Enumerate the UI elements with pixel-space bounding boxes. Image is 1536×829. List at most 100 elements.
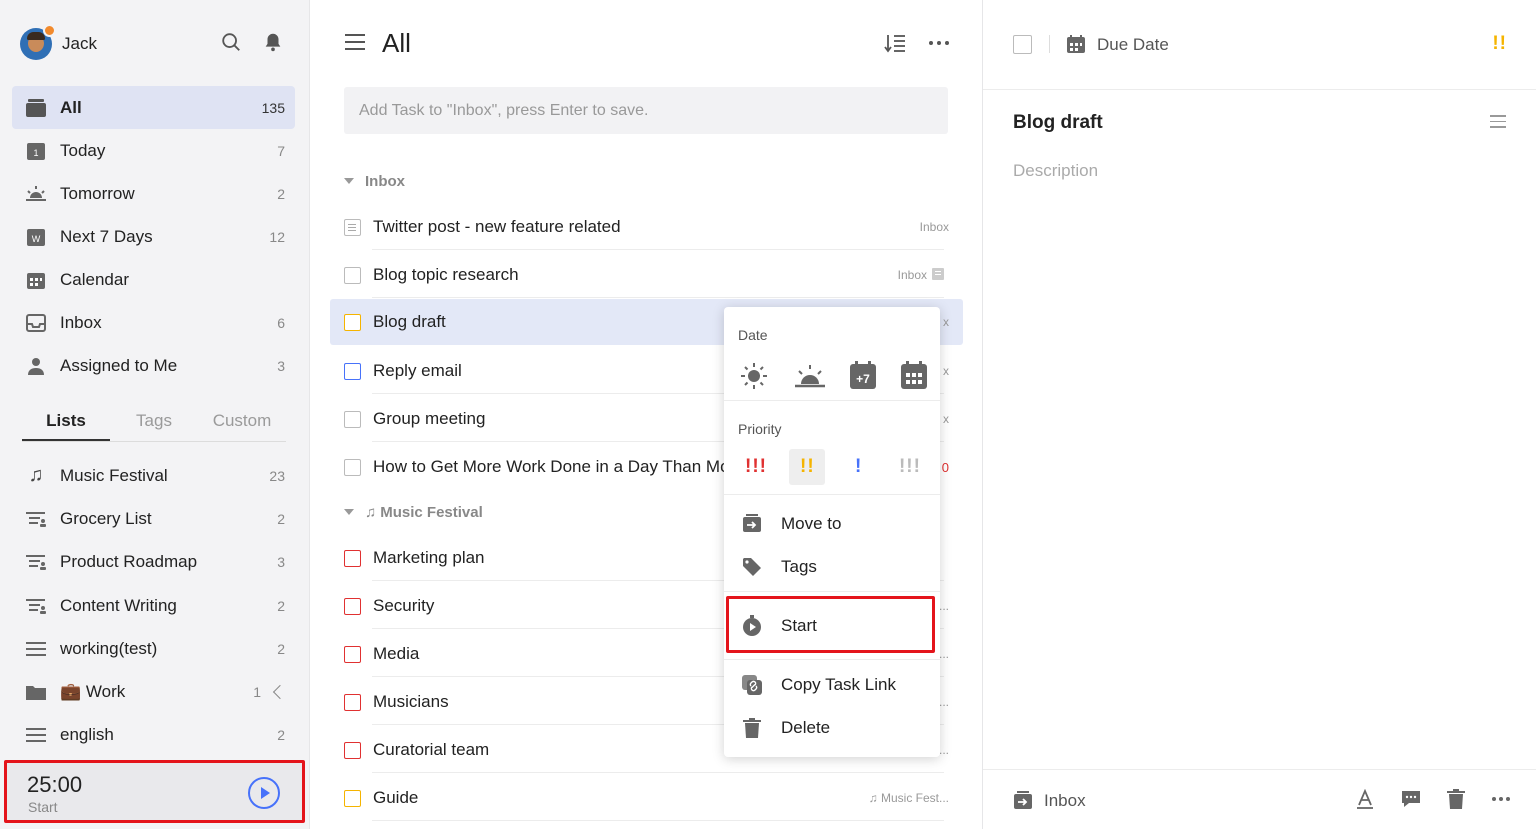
calendar-plus-7-icon[interactable]: +7 [849, 360, 877, 390]
task-detail-pane: Due Date !! Blog draft Description Inbox [982, 0, 1536, 829]
detail-task-title[interactable]: Blog draft [1013, 112, 1103, 134]
sidebar-list-working-test[interactable]: working(test) 2 [12, 627, 295, 670]
move-to-menu-item[interactable]: Move to [724, 502, 940, 545]
priority-none-button[interactable]: !!! [892, 449, 928, 485]
sidebar-tabs: Lists Tags Custom [22, 402, 286, 442]
task-row[interactable]: Blog topic research Inbox [330, 252, 963, 298]
priority-high-button[interactable]: !!! [738, 449, 774, 485]
task-checkbox[interactable] [344, 550, 361, 567]
task-checkbox[interactable] [344, 314, 361, 331]
section-header-music-festival[interactable]: ♫ Music Festival [344, 500, 483, 524]
copy-task-link-menu-item[interactable]: Copy Task Link [724, 663, 940, 706]
calendar-icon[interactable] [900, 360, 928, 390]
tags-menu-item[interactable]: Tags [724, 545, 940, 588]
task-checkbox[interactable] [344, 459, 361, 476]
task-context-menu: Date +7 Priority !!! !! ! !!! Move to Ta… [724, 307, 940, 757]
music-note-icon: ♫ [365, 503, 377, 521]
sidebar-item-tomorrow[interactable]: Tomorrow 2 [12, 172, 295, 215]
calendar-day-icon: 1 [24, 139, 48, 163]
sidebar-folder-work[interactable]: 💼 Work 1 [12, 670, 295, 713]
priority-low-button[interactable]: ! [841, 449, 877, 485]
sun-icon[interactable] [738, 360, 770, 392]
task-checkbox[interactable] [344, 598, 361, 615]
start-highlight-box [726, 596, 935, 653]
task-row[interactable]: Guide ♫ Music Fest... [330, 775, 963, 821]
person-icon [24, 354, 48, 378]
detail-task-checkbox[interactable] [1013, 35, 1032, 54]
shared-list-icon [24, 594, 48, 618]
sidebar-item-next-7-days[interactable]: W Next 7 Days 12 [12, 215, 295, 258]
timer-time: 25:00 [27, 772, 83, 797]
tab-lists[interactable]: Lists [22, 402, 110, 441]
tab-custom[interactable]: Custom [198, 402, 286, 441]
sidebar-item-calendar[interactable]: Calendar [12, 258, 295, 301]
user-name: Jack [62, 34, 97, 53]
task-row[interactable]: Twitter post - new feature related Inbox [330, 204, 963, 250]
collapse-triangle-icon[interactable] [344, 178, 354, 184]
sidebar-item-today[interactable]: 1 Today 7 [12, 129, 295, 172]
note-checkbox[interactable] [344, 219, 361, 236]
bell-icon[interactable] [262, 31, 284, 53]
chevron-left-icon[interactable] [272, 685, 288, 700]
text-lines-icon[interactable] [1490, 115, 1506, 129]
task-checkbox[interactable] [344, 363, 361, 380]
project-selector[interactable]: Inbox [1044, 791, 1086, 811]
detail-footer: Inbox [983, 769, 1536, 829]
inbox-stack-icon [24, 96, 48, 120]
calendar-icon[interactable] [1066, 34, 1086, 54]
svg-text:+7: +7 [856, 372, 870, 386]
note-icon [932, 268, 944, 280]
task-checkbox[interactable] [344, 742, 361, 759]
sidebar-list-english[interactable]: english 2 [12, 714, 295, 757]
task-checkbox[interactable] [344, 790, 361, 807]
sidebar-list-music-festival[interactable]: ♫ Music Festival 23 [12, 454, 295, 497]
svg-text:W: W [32, 234, 41, 244]
more-horizontal-icon[interactable] [928, 32, 950, 54]
timer-start-label: Start [28, 799, 58, 815]
more-horizontal-icon[interactable] [1491, 789, 1511, 809]
shared-list-icon [24, 507, 48, 531]
task-checkbox[interactable] [344, 411, 361, 428]
avatar[interactable] [20, 24, 56, 60]
tab-tags[interactable]: Tags [110, 402, 198, 441]
delete-menu-item[interactable]: Delete [724, 706, 940, 749]
premium-crown-icon [43, 24, 56, 37]
pomodoro-timer[interactable]: 25:00 Start [4, 760, 305, 823]
description-field[interactable]: Description [1013, 161, 1098, 181]
play-icon[interactable] [248, 777, 280, 809]
sunrise-icon [24, 182, 48, 206]
priority-medium-button[interactable]: !! [789, 449, 826, 485]
sidebar-item-assigned-to-me[interactable]: Assigned to Me 3 [12, 344, 295, 387]
tag-icon [740, 555, 764, 579]
sidebar-item-inbox[interactable]: Inbox 6 [12, 301, 295, 344]
trash-icon [740, 716, 764, 740]
move-icon [740, 512, 764, 536]
section-header-inbox[interactable]: Inbox [344, 169, 405, 193]
list-icon [24, 723, 48, 747]
task-checkbox[interactable] [344, 694, 361, 711]
sidebar-list-grocery-list[interactable]: Grocery List 2 [12, 497, 295, 540]
trash-icon[interactable] [1447, 789, 1465, 809]
svg-text:1: 1 [33, 148, 38, 158]
search-icon[interactable] [220, 31, 242, 53]
priority-flag[interactable]: !! [1492, 33, 1507, 55]
comment-icon[interactable] [1401, 789, 1421, 809]
sunrise-icon[interactable] [793, 360, 827, 392]
menu-icon[interactable] [345, 34, 365, 50]
text-format-icon[interactable] [1355, 789, 1375, 809]
inbox-icon [24, 311, 48, 335]
move-icon[interactable] [1013, 791, 1033, 811]
due-date-button[interactable]: Due Date [1097, 35, 1169, 55]
sidebar-list-product-roadmap[interactable]: Product Roadmap 3 [12, 541, 295, 584]
task-checkbox[interactable] [344, 267, 361, 284]
sidebar-item-all[interactable]: All 135 [12, 86, 295, 129]
sidebar: Jack All 135 1 Today 7 Tomorrow 2 W Next… [0, 0, 310, 829]
sidebar-list-content-writing[interactable]: Content Writing 2 [12, 584, 295, 627]
list-icon [24, 637, 48, 661]
add-task-input[interactable] [344, 87, 948, 134]
task-checkbox[interactable] [344, 646, 361, 663]
music-note-icon: ♫ [28, 464, 44, 487]
collapse-triangle-icon[interactable] [344, 509, 354, 515]
sort-icon[interactable] [884, 32, 906, 54]
user-profile[interactable]: Jack [20, 24, 97, 61]
